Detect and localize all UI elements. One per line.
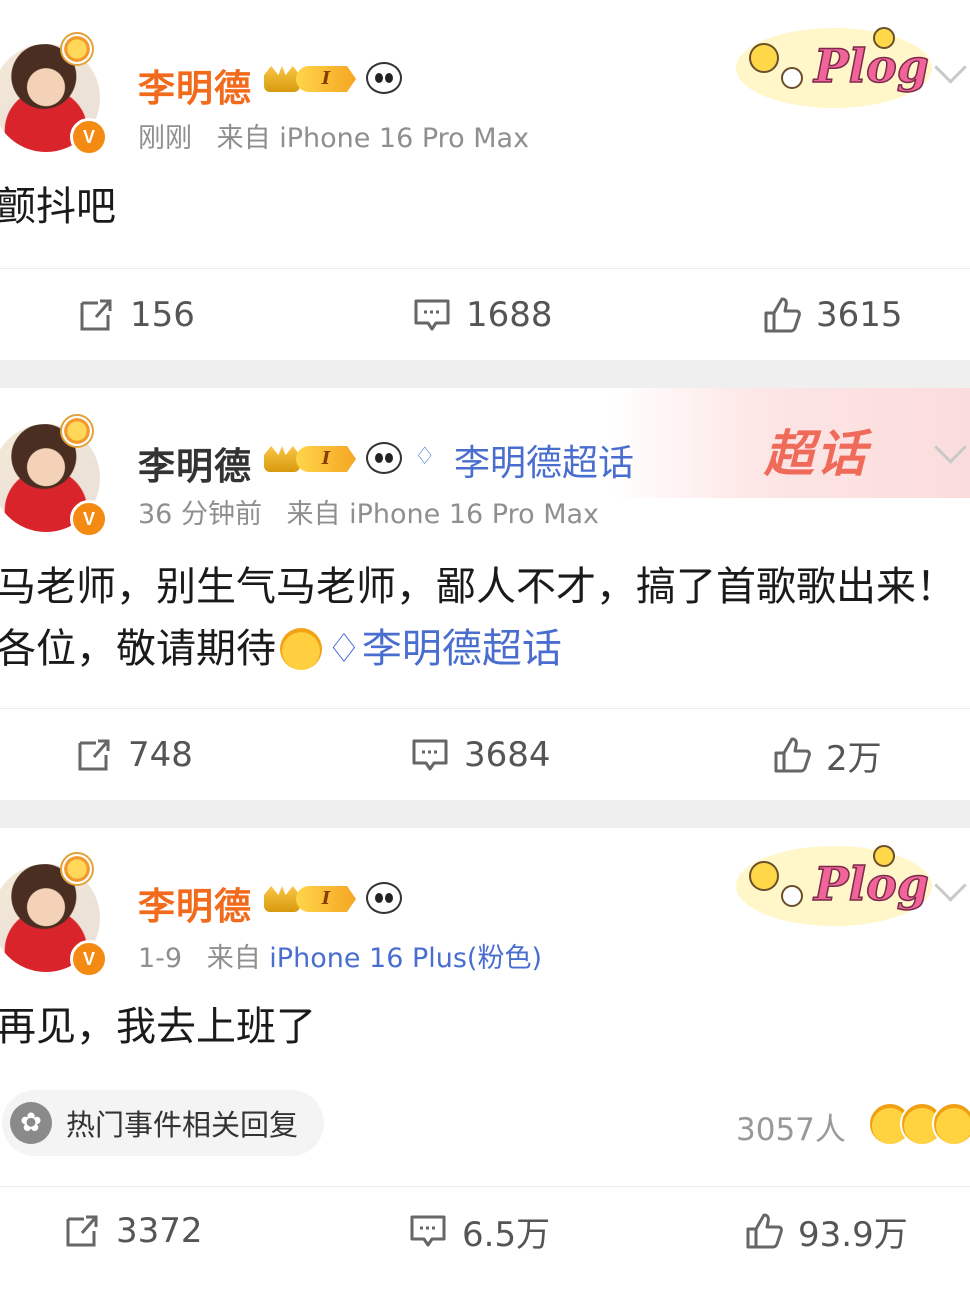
post-meta: 1-9 来自 iPhone 16 Plus(粉色) bbox=[138, 936, 542, 975]
comment-icon bbox=[410, 1215, 446, 1247]
verified-icon: V bbox=[70, 940, 108, 978]
source-prefix: 来自 bbox=[216, 123, 271, 154]
repost-icon bbox=[78, 739, 110, 771]
comment-icon bbox=[414, 299, 450, 331]
divider bbox=[0, 268, 970, 269]
like-button[interactable]: 2万 bbox=[772, 730, 882, 780]
like-icon bbox=[746, 1213, 783, 1249]
kiss-emoji-icon bbox=[280, 628, 322, 670]
repost-count: 748 bbox=[128, 735, 193, 775]
post-time: 刚刚 bbox=[138, 123, 192, 154]
crown-icon bbox=[264, 66, 300, 92]
avatar-decoration-icon bbox=[60, 32, 94, 66]
reaction-count[interactable]: 3057人 bbox=[736, 1104, 846, 1149]
chevron-down-icon[interactable] bbox=[934, 51, 967, 84]
like-button[interactable]: 93.9万 bbox=[744, 1206, 908, 1256]
author-name[interactable]: 李明德 bbox=[138, 58, 252, 112]
shock-emoji-icon bbox=[932, 1102, 970, 1146]
post-content: 再见，我去上班了 bbox=[0, 1004, 316, 1050]
panda-icon bbox=[366, 62, 402, 94]
plog-text: Plog bbox=[812, 857, 929, 911]
source-prefix: 来自 bbox=[206, 943, 261, 974]
topic-diamond-icon: ♢ bbox=[414, 442, 436, 470]
supertopic-link[interactable]: 李明德超话 bbox=[454, 434, 634, 486]
source-device: iPhone 16 Pro Max bbox=[279, 123, 530, 154]
divider bbox=[0, 708, 970, 709]
post-card[interactable]: 超话 V 李明德 I ♢ 李明德超话 36 分钟前 来自 iPhone 16 P… bbox=[0, 388, 970, 800]
hot-event-icon: ✿ bbox=[10, 1102, 52, 1144]
chevron-down-icon[interactable] bbox=[934, 869, 967, 902]
supertopic-sticker-text: 超话 bbox=[764, 425, 868, 483]
post-content: 马老师，别生气马老师，鄙人不才，搞了首歌歌出来！各位，敬请期待 ♢李明德超话 bbox=[0, 556, 966, 680]
comment-icon bbox=[412, 739, 448, 771]
divider bbox=[0, 1186, 970, 1187]
avatar-decoration-icon bbox=[60, 852, 94, 886]
hot-reply-button[interactable]: ✿ 热门事件相关回复 bbox=[2, 1090, 325, 1156]
author-name[interactable]: 李明德 bbox=[138, 436, 252, 490]
comment-count: 1688 bbox=[466, 295, 553, 335]
hot-reply-label: 热门事件相关回复 bbox=[66, 1108, 299, 1142]
post-content: 颤抖吧 bbox=[0, 184, 116, 230]
like-count: 2万 bbox=[826, 738, 882, 779]
comment-button[interactable]: 1688 bbox=[412, 290, 553, 340]
like-icon bbox=[774, 737, 811, 773]
post-meta: 刚刚 来自 iPhone 16 Pro Max bbox=[138, 116, 529, 155]
comment-count: 6.5万 bbox=[462, 1214, 551, 1255]
repost-icon bbox=[66, 1215, 98, 1247]
author-name[interactable]: 李明德 bbox=[138, 876, 252, 930]
plog-sticker-icon: Plog bbox=[736, 845, 932, 926]
comment-count: 3684 bbox=[464, 735, 551, 775]
crown-icon bbox=[264, 446, 300, 472]
inline-topic-label: 李明德超话 bbox=[361, 626, 562, 672]
source-prefix: 来自 bbox=[286, 499, 341, 530]
plog-sticker-icon: Plog bbox=[736, 27, 932, 108]
inline-topic-link[interactable]: ♢李明德超话 bbox=[326, 626, 562, 672]
comment-button[interactable]: 3684 bbox=[410, 730, 551, 780]
post-card[interactable]: V 李明德 I 刚刚 来自 iPhone 16 Pro Max Plog 颤抖吧… bbox=[0, 0, 970, 360]
like-count: 3615 bbox=[816, 295, 903, 335]
repost-icon bbox=[80, 299, 112, 331]
level-badge[interactable]: I bbox=[296, 66, 356, 92]
like-icon bbox=[764, 297, 801, 333]
post-time: 36 分钟前 bbox=[138, 499, 262, 530]
verified-icon: V bbox=[70, 500, 108, 538]
crown-icon bbox=[264, 886, 300, 912]
plog-text: Plog bbox=[812, 39, 929, 93]
like-count: 93.9万 bbox=[798, 1214, 908, 1255]
repost-button[interactable]: 3372 bbox=[62, 1206, 203, 1256]
repost-count: 3372 bbox=[116, 1211, 203, 1251]
source-device[interactable]: iPhone 16 Plus(粉色) bbox=[269, 943, 542, 974]
panda-icon bbox=[366, 442, 402, 474]
post-meta: 36 分钟前 来自 iPhone 16 Pro Max bbox=[138, 492, 599, 531]
repost-count: 156 bbox=[130, 295, 195, 335]
repost-button[interactable]: 748 bbox=[74, 730, 193, 780]
like-button[interactable]: 3615 bbox=[762, 290, 903, 340]
level-badge[interactable]: I bbox=[296, 886, 356, 912]
source-device: iPhone 16 Pro Max bbox=[349, 499, 600, 530]
verified-icon: V bbox=[70, 118, 108, 156]
panda-icon bbox=[366, 882, 402, 914]
post-card[interactable]: V 李明德 I Plog 1-9 来自 iPhone 16 Plus(粉色) 再… bbox=[0, 828, 970, 1293]
avatar-decoration-icon bbox=[60, 414, 94, 448]
repost-button[interactable]: 156 bbox=[76, 290, 195, 340]
comment-button[interactable]: 6.5万 bbox=[408, 1206, 550, 1256]
level-badge[interactable]: I bbox=[296, 446, 356, 472]
post-time: 1-9 bbox=[138, 943, 183, 974]
